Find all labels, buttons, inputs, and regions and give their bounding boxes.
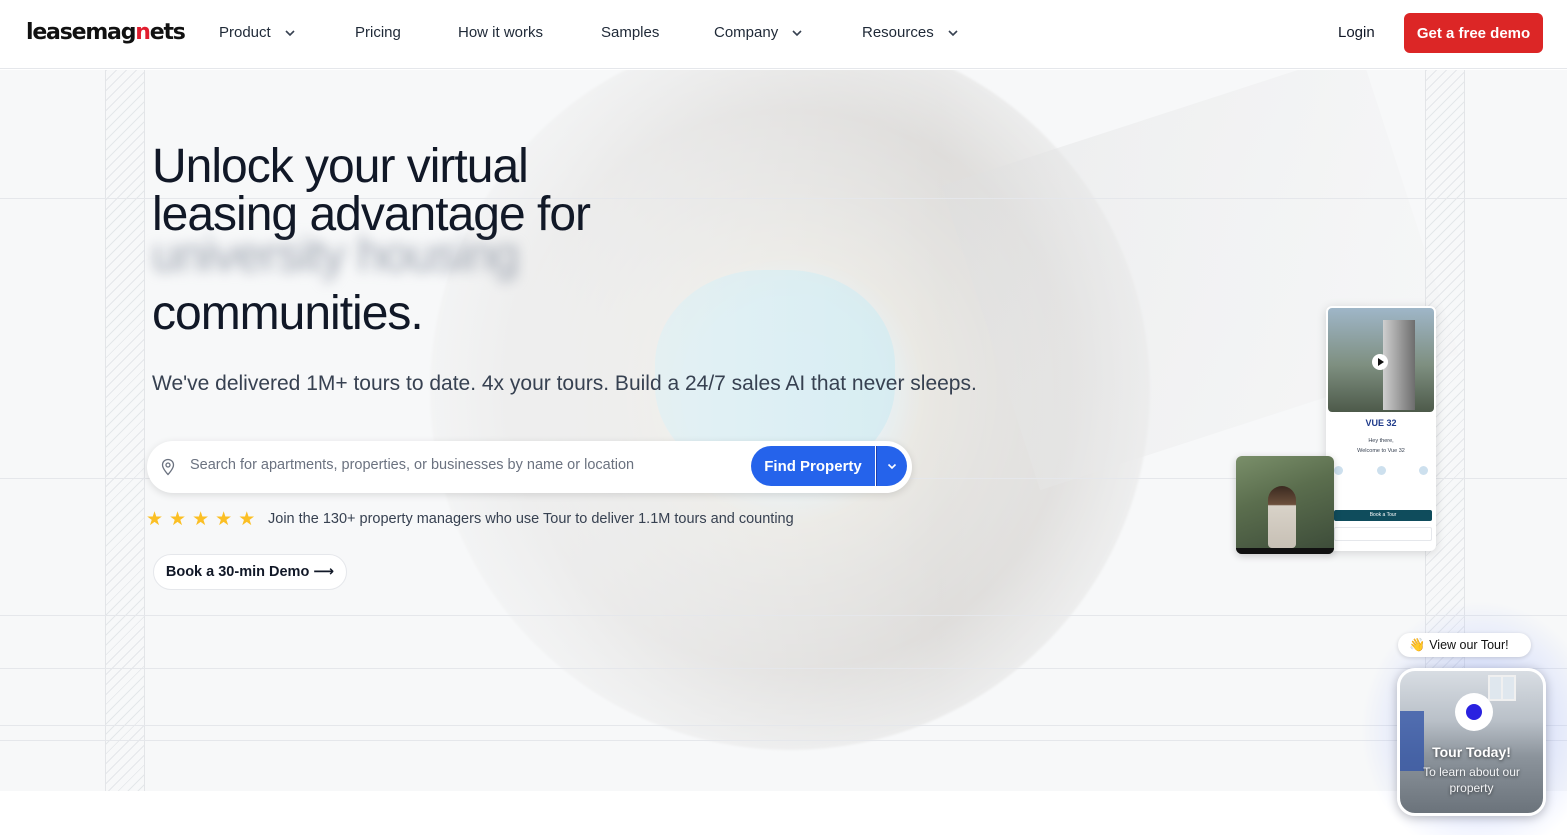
vue32-logo: VUE 32 [1365,418,1397,428]
amenities-icon [1376,466,1386,475]
grid-line [0,615,1567,616]
star-rating: ★ ★ ★ ★ ★ [146,509,255,529]
headline-line-1: Unlock your virtual [152,140,529,193]
star-icon: ★ [238,508,256,530]
nav-company[interactable]: Company [714,24,804,41]
property-search-bar: Find Property [147,441,912,493]
nav-product-label: Product [219,24,271,41]
phone-option-icons [1334,466,1428,475]
grid-line [0,725,1567,726]
headline-rotating-word: university housing [152,229,519,282]
view-tour-label: View our Tour! [1429,638,1509,652]
gym-window-image [1488,675,1516,701]
hero-subtitle: We've delivered 1M+ tours to date. 4x yo… [152,372,977,395]
nav-resources-label: Resources [862,24,934,41]
phone-mockup: VUE 32 Hey there, Welcome to Vue 32 Book… [1326,306,1436,551]
find-property-dropdown[interactable] [876,446,907,486]
nav-samples-label: Samples [601,24,660,41]
login-link[interactable]: Login [1338,24,1375,41]
tour-subtitle: To learn about our property [1423,765,1520,795]
wave-icon: 👋 [1409,637,1426,653]
view-tour-pill[interactable]: 👋 View our Tour! [1398,633,1531,657]
decorative-stripe-left [105,70,145,791]
leasemagnets-logo[interactable]: leasemagnets [26,20,186,45]
chevron-down-icon [948,29,958,36]
video-bar [1236,548,1334,554]
tour-video-widget[interactable]: Tour Today! To learn about our property [1397,668,1546,816]
offers-icon [1419,466,1428,475]
nav-samples[interactable]: Samples [601,24,659,41]
nav-how-it-works[interactable]: How it works [458,24,543,41]
tower-image [1383,320,1415,410]
grid-line [0,740,1567,741]
play-icon [1372,354,1388,370]
search-input[interactable] [190,457,740,473]
building-photo [1328,308,1434,412]
hero-headline: Unlock your virtual leasing advantage fo… [152,140,591,239]
phone-greeting: Hey there, [1368,438,1394,444]
phone-book-tour-button: Book a Tour [1334,510,1432,521]
star-icon: ★ [215,508,233,530]
nav-product[interactable]: Product [219,24,297,41]
phone-offer-row [1334,527,1432,541]
social-proof-text: Join the 130+ property managers who use … [268,511,794,527]
nav-company-label: Company [714,24,779,41]
chevron-down-icon [887,463,897,470]
star-icon: ★ [192,508,210,530]
gym-wall-image [1400,711,1424,771]
headline-line-3: communities. [152,287,424,340]
floor-plans-icon [1334,466,1343,475]
top-navigation: leasemagnets Product Pricing How it work… [0,0,1567,69]
play-icon[interactable] [1455,693,1493,731]
book-demo-button[interactable]: Book a 30-min Demo ⟶ [153,554,347,590]
chevron-down-icon [285,29,295,36]
location-pin-icon [161,458,175,476]
phone-welcome: Welcome to Vue 32 [1357,448,1405,454]
agent-figure [1268,486,1296,548]
chevron-down-icon [792,29,802,36]
tour-title: Tour Today! [1432,744,1511,760]
get-free-demo-button[interactable]: Get a free demo [1404,13,1543,53]
nav-pricing[interactable]: Pricing [355,24,401,41]
nav-pricing-label: Pricing [355,24,401,41]
star-icon: ★ [169,508,187,530]
leasing-agent-video[interactable] [1236,456,1334,554]
star-icon: ★ [146,508,164,530]
nav-how-it-works-label: How it works [458,24,544,41]
grid-line [0,668,1567,669]
find-property-button[interactable]: Find Property [751,446,875,486]
nav-resources[interactable]: Resources [862,24,960,41]
